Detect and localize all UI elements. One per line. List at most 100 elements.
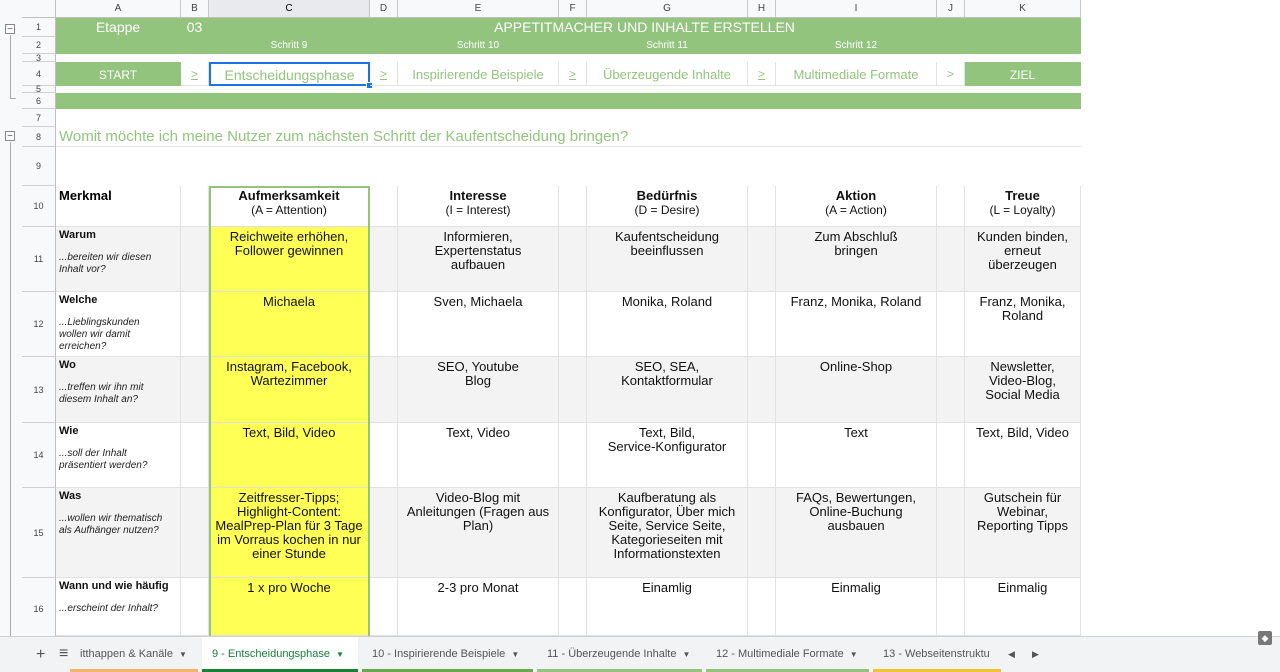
column-header-i[interactable]: I xyxy=(776,0,937,18)
active-cell-entscheidungsphase[interactable]: Entscheidungsphase xyxy=(209,62,370,86)
column-header-e[interactable]: E xyxy=(398,0,559,18)
cell-r14-c4[interactable]: Text, Bild, Video xyxy=(965,423,1081,488)
tab-menu-caret-icon[interactable]: ▼ xyxy=(179,650,187,659)
aida-header-0: Aufmerksamkeit (A = Attention) xyxy=(209,186,370,227)
spacer xyxy=(181,488,209,578)
scroll-tabs-left-icon[interactable]: ◀ xyxy=(1008,649,1015,660)
cell-r11-c3[interactable]: Zum Abschluß bringen xyxy=(776,227,937,292)
cell-r15-c1[interactable]: Video-Blog mit Anleitungen (Fragen aus P… xyxy=(398,488,559,578)
cell-r11-c0[interactable]: Reichweite erhöhen, Follower gewinnen xyxy=(209,227,370,292)
cell-r13-c4[interactable]: Newsletter, Video-Blog, Social Media xyxy=(965,357,1081,423)
separator-band xyxy=(56,93,1081,109)
row-header-9[interactable]: 9 xyxy=(22,147,56,186)
row-header-16[interactable]: 16 xyxy=(22,578,56,636)
cell-r15-c0[interactable]: Zeitfresser-Tipps; Highlight-Content: Me… xyxy=(209,488,370,578)
row-header-14[interactable]: 14 xyxy=(22,423,56,488)
all-sheets-icon[interactable]: ≡ xyxy=(59,645,68,663)
sheet-tab-3[interactable]: 11 - Überzeugende Inhalte ▼ xyxy=(537,637,702,672)
cell-r13-c2[interactable]: SEO, SEA, Kontaktformular xyxy=(587,357,748,423)
cell-r15-c2[interactable]: Kaufberatung als Konfigurator, Über mich… xyxy=(587,488,748,578)
row-header-7[interactable]: 7 xyxy=(22,109,56,127)
spacer xyxy=(748,357,776,423)
spacer xyxy=(181,357,209,423)
tab-menu-caret-icon[interactable]: ▼ xyxy=(850,650,858,659)
column-header-j[interactable]: J xyxy=(937,0,965,18)
aida-header-3: Aktion (A = Action) xyxy=(776,186,937,227)
row-header-5[interactable]: 5 xyxy=(22,84,56,94)
cell-r14-c0[interactable]: Text, Bild, Video xyxy=(209,423,370,488)
merkmal-label: Was xyxy=(59,490,82,502)
aida-header-4: Treue (L = Loyalty) xyxy=(965,186,1081,227)
cell-r16-c3[interactable]: Einmalig xyxy=(776,578,937,636)
spreadsheet-grid[interactable]: − − ABCDEFGHIJK 1 2 3 4 5 6 7 8 9 10 11 12 13 14 15 16 … xyxy=(0,0,1280,636)
banner-title: APPETITMACHER UND INHALTE ERSTELLEN xyxy=(209,18,1081,37)
collapse-group-1-icon[interactable]: − xyxy=(5,24,15,35)
tab-menu-caret-icon[interactable]: ▼ xyxy=(336,650,344,659)
arrow-1: > xyxy=(181,62,209,86)
sheet-tab-5[interactable]: 13 - Webseitenstruktu xyxy=(873,637,1001,672)
step-multimediale-formate: Multimediale Formate xyxy=(776,62,937,86)
cell-r11-c4[interactable]: Kunden binden, erneut überzeugen xyxy=(965,227,1081,292)
cell-r15-c4[interactable]: Gutschein für Webinar, Reporting Tipps xyxy=(965,488,1081,578)
spacer xyxy=(559,488,587,578)
schritt-12: Schritt 12 xyxy=(776,37,937,54)
row-header-12[interactable]: 12 xyxy=(22,292,56,357)
row-header-15[interactable]: 15 xyxy=(22,488,56,578)
select-all-corner[interactable] xyxy=(22,0,56,18)
explore-icon[interactable]: ◆ xyxy=(1258,631,1272,645)
merkmal-subtext: ...soll der Inhalt präsentiert werden? xyxy=(59,448,148,471)
cell-r15-c3[interactable]: FAQs, Bewertungen, Online-Buchung ausbau… xyxy=(776,488,937,578)
cell-r16-c4[interactable]: Einmalig xyxy=(965,578,1081,636)
row-header-1[interactable]: 1 xyxy=(22,18,56,37)
cell-r12-c3[interactable]: Franz, Monika, Roland xyxy=(776,292,937,357)
merkmal-subtext: ...erscheint der Inhalt? xyxy=(59,603,158,614)
row-header-8[interactable]: 8 xyxy=(22,127,56,147)
cell-r13-c0[interactable]: Instagram, Facebook, Wartezimmer xyxy=(209,357,370,423)
column-header-d[interactable]: D xyxy=(370,0,398,18)
row-header-6[interactable]: 6 xyxy=(22,93,56,109)
cell-r14-c1[interactable]: Text, Video xyxy=(398,423,559,488)
column-header-a[interactable]: A xyxy=(56,0,181,18)
column-header-g[interactable]: G xyxy=(587,0,748,18)
column-header-b[interactable]: B xyxy=(181,0,209,18)
tab-menu-caret-icon[interactable]: ▼ xyxy=(511,650,519,659)
row-header-3[interactable]: 3 xyxy=(22,53,56,63)
cell-r16-c1[interactable]: 2-3 pro Monat xyxy=(398,578,559,636)
sheet-tab-1[interactable]: 9 - Entscheidungsphase ▼ xyxy=(202,637,358,672)
row-header-11[interactable]: 11 xyxy=(22,227,56,292)
aida-header-title: Aktion xyxy=(835,188,877,203)
column-header-f[interactable]: F xyxy=(559,0,587,18)
row-header-4[interactable]: 4 xyxy=(22,62,56,86)
cell-r16-c2[interactable]: Einamlig xyxy=(587,578,748,636)
cell-r11-c1[interactable]: Informieren, Expertenstatus aufbauen xyxy=(398,227,559,292)
sheet-tab-4[interactable]: 12 - Multimediale Formate ▼ xyxy=(706,637,869,672)
schritt-11: Schritt 11 xyxy=(587,37,748,54)
cell-r13-c3[interactable]: Online-Shop xyxy=(776,357,937,423)
collapse-group-2-icon[interactable]: − xyxy=(5,131,15,142)
sheet-tab-2[interactable]: 10 - Inspirierende Beispiele ▼ xyxy=(362,637,533,672)
spacer xyxy=(370,423,398,488)
column-header-c[interactable]: C xyxy=(209,0,370,18)
merkmal-subtext: ...wollen wir thematisch als Aufhänger n… xyxy=(59,513,163,536)
cell-r12-c2[interactable]: Monika, Roland xyxy=(587,292,748,357)
sheet-tab-0[interactable]: itthappen & Kanäle ▼ xyxy=(70,637,198,672)
row-header-10[interactable]: 10 xyxy=(22,186,56,227)
cell-r12-c0[interactable]: Michaela xyxy=(209,292,370,357)
row-header-2[interactable]: 2 xyxy=(22,37,56,54)
row-header-13[interactable]: 13 xyxy=(22,357,56,423)
cell-r14-c3[interactable]: Text xyxy=(776,423,937,488)
cell-r11-c2[interactable]: Kaufentscheidung beeinflussen xyxy=(587,227,748,292)
cell-r14-c2[interactable]: Text, Bild, Service-Konfigurator xyxy=(587,423,748,488)
add-sheet-icon[interactable]: + xyxy=(36,646,45,664)
cell-r16-c0[interactable]: 1 x pro Woche xyxy=(209,578,370,636)
cell-r12-c4[interactable]: Franz, Monika, Roland xyxy=(965,292,1081,357)
aida-header-title: Bedürfnis xyxy=(636,188,698,203)
arrow-3: > xyxy=(559,62,587,86)
column-header-h[interactable]: H xyxy=(748,0,776,18)
cell-r13-c1[interactable]: SEO, Youtube Blog xyxy=(398,357,559,423)
tab-menu-caret-icon[interactable]: ▼ xyxy=(682,650,690,659)
cell-r12-c1[interactable]: Sven, Michaela xyxy=(398,292,559,357)
scroll-tabs-right-icon[interactable]: ▶ xyxy=(1032,649,1039,660)
spacer xyxy=(181,423,209,488)
column-header-k[interactable]: K xyxy=(965,0,1081,18)
